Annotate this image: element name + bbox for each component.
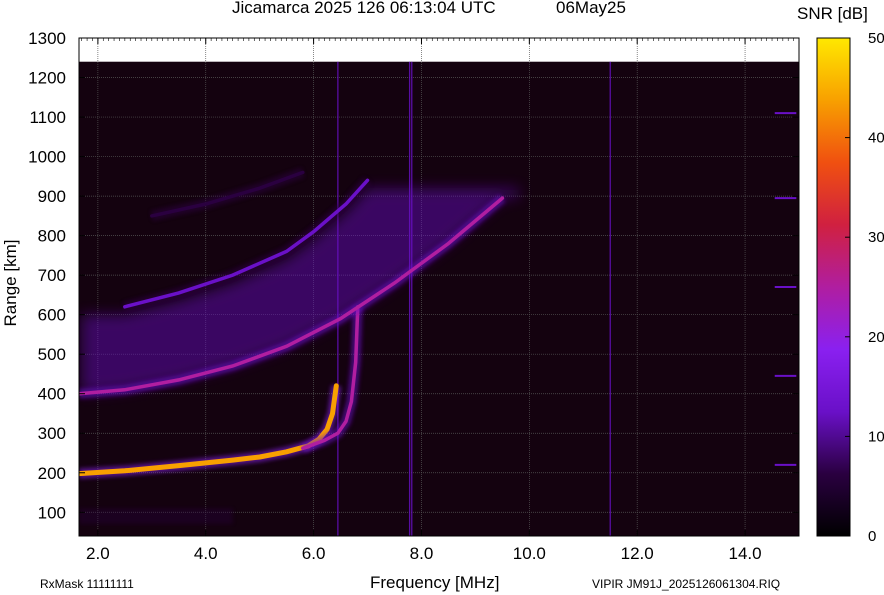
y-tick-label: 1100: [29, 108, 66, 127]
y-tick-label: 500: [38, 345, 66, 364]
colorbar-tick-label: 0: [868, 528, 876, 545]
y-tick-label: 300: [38, 424, 66, 443]
colorbar: 0 10 20 30 40 50: [816, 30, 884, 545]
x-tick-label: 6.0: [302, 544, 326, 563]
y-tick-label: 600: [38, 306, 66, 325]
y-tick-label: 1300: [28, 29, 66, 48]
colorbar-tick-label: 10: [868, 428, 884, 445]
colorbar-tick-label: 40: [868, 130, 884, 147]
y-tick-label: 200: [38, 464, 66, 483]
y-tick-label: 1000: [28, 148, 66, 167]
colorbar-tick-label: 30: [868, 229, 884, 246]
y-tick-label: 900: [38, 187, 66, 206]
y-tick-label: 400: [38, 385, 66, 404]
colorbar-gradient: [816, 37, 851, 537]
x-tick-label: 10.0: [513, 544, 546, 563]
low-range-band: [79, 508, 233, 525]
ionogram-chart: 2.0 4.0 6.0 8.0 10.0 12.0 14.01002003004005006…: [28, 29, 884, 563]
x-tick-label: 8.0: [410, 544, 434, 563]
y-tick-label: 800: [38, 227, 66, 246]
y-tick-label: 1200: [28, 69, 66, 88]
colorbar-tick-label: 20: [868, 329, 884, 346]
x-tick-label: 12.0: [621, 544, 654, 563]
x-tick-label: 14.0: [729, 544, 762, 563]
y-tick-label: 100: [38, 503, 66, 522]
x-tick-label: 4.0: [194, 544, 218, 563]
colorbar-tick-label: 50: [868, 30, 884, 47]
x-tick-label: 2.0: [86, 544, 110, 563]
y-tick-label: 700: [38, 266, 66, 285]
